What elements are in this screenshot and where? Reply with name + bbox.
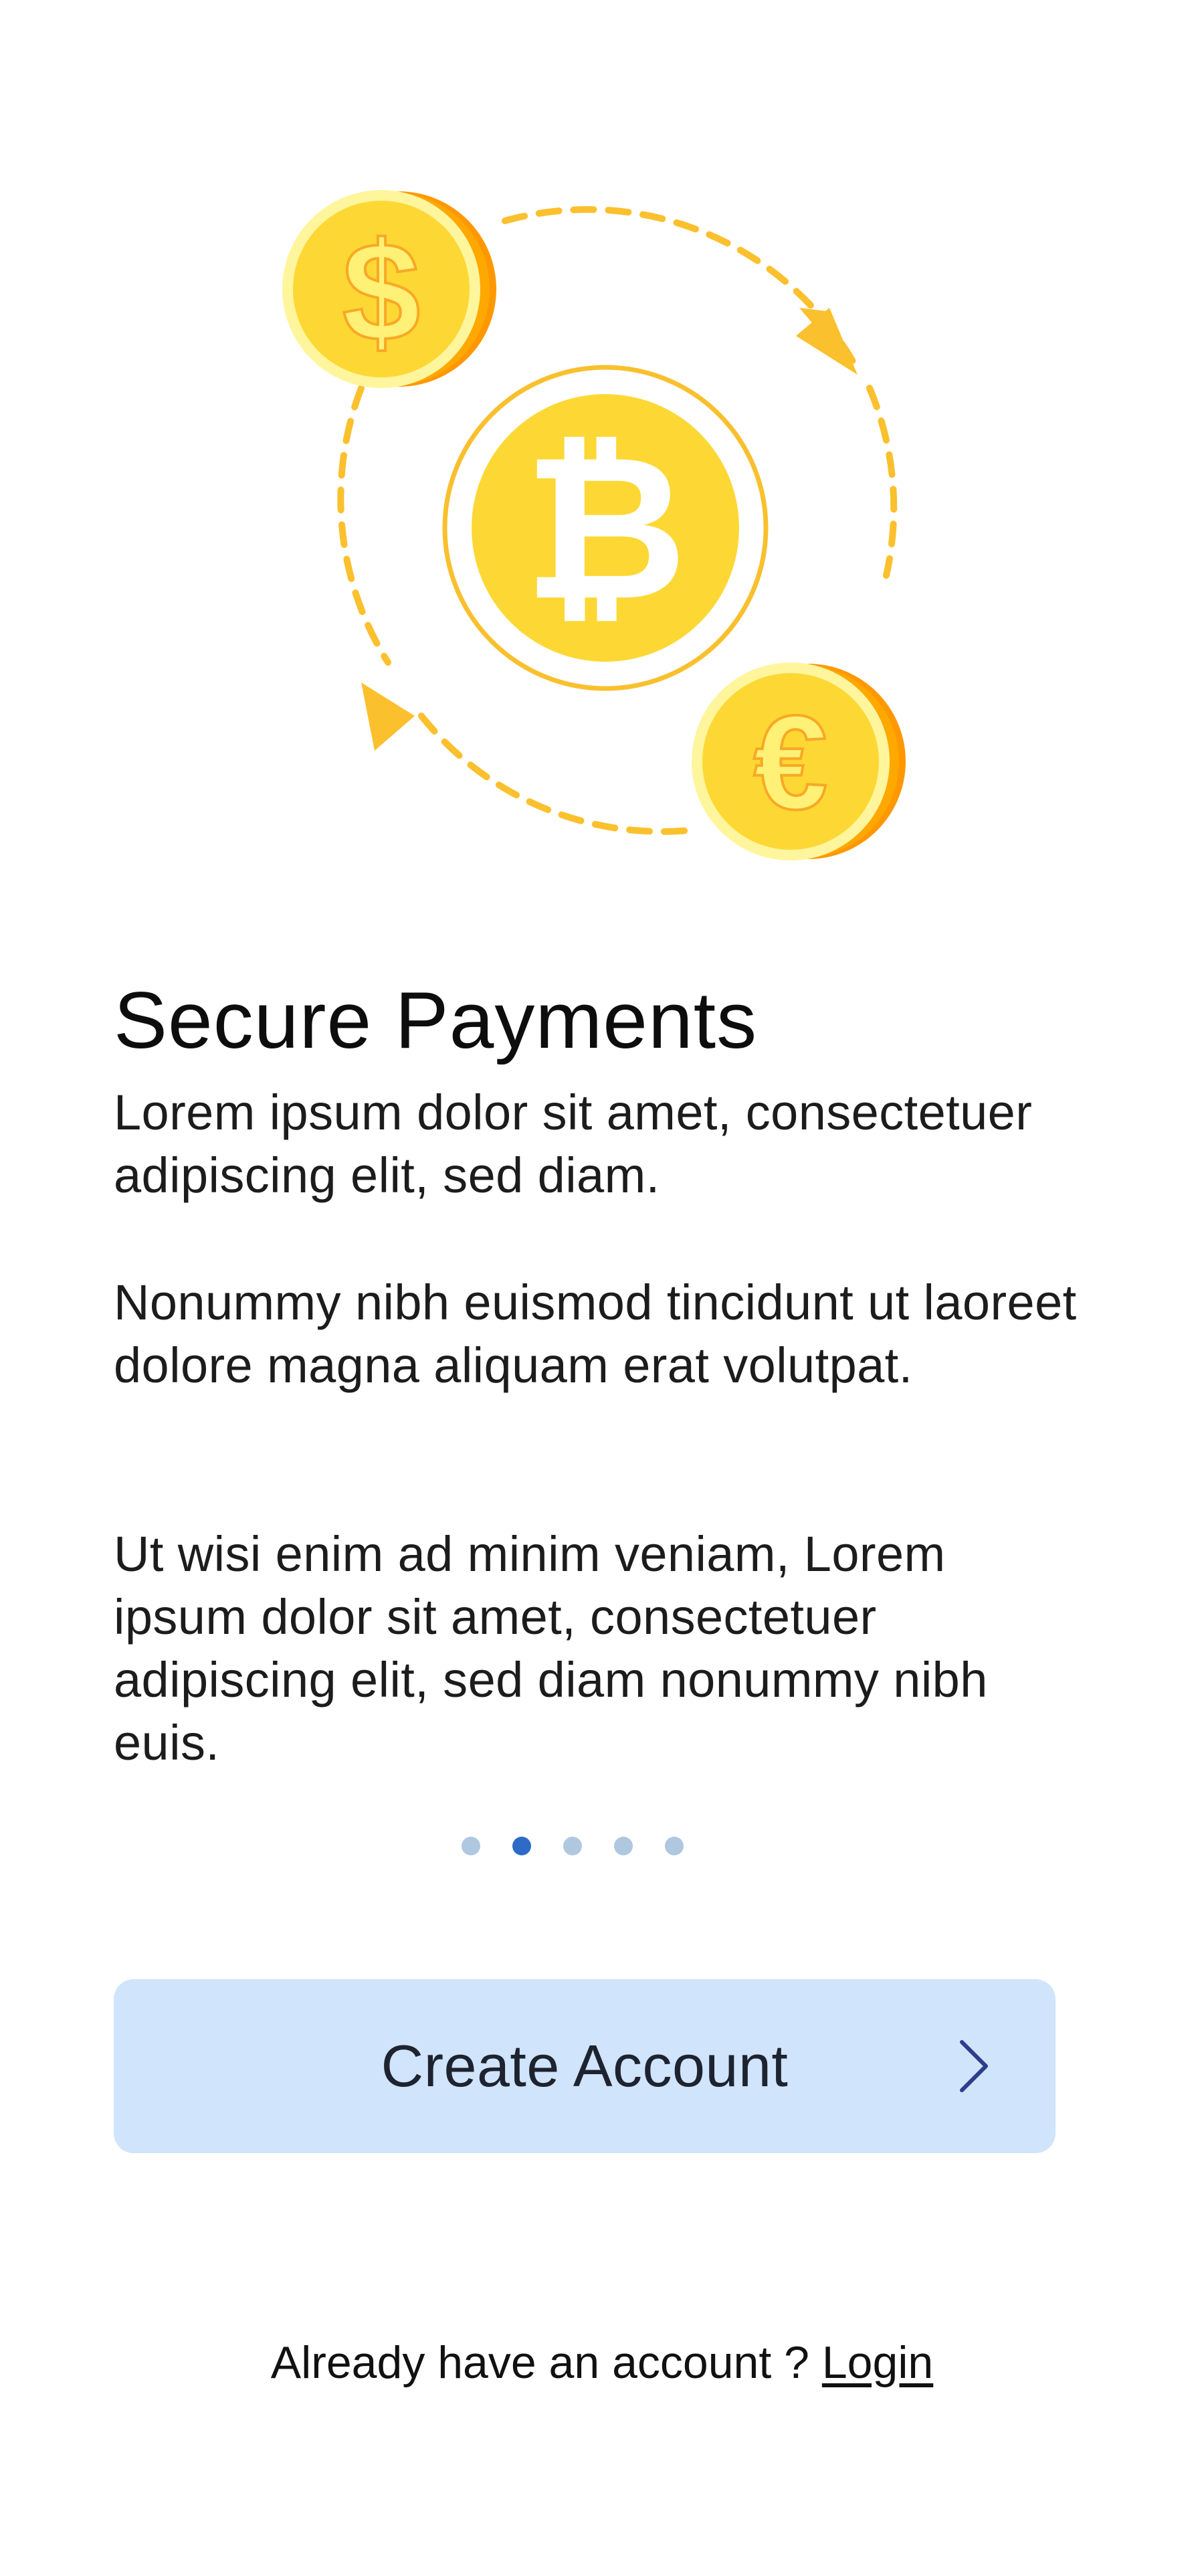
pagination-dot-3[interactable]: [563, 1837, 582, 1855]
dollar-coin-icon: $: [282, 190, 496, 388]
euro-symbol: €: [753, 688, 827, 838]
exchange-illustration: ₿ $ €: [281, 181, 936, 877]
description-paragraph-3: Ut wisi enim ad minim veniam, Lorem ipsu…: [114, 1526, 988, 1770]
pagination-dot-2-active[interactable]: [512, 1837, 531, 1855]
chevron-right-icon: [960, 2040, 988, 2092]
description-paragraph-1: Lorem ipsum dolor sit amet, consectetuer…: [114, 1085, 1033, 1203]
pagination-dot-1[interactable]: [462, 1837, 480, 1855]
pagination-indicator: [462, 1833, 702, 1857]
login-link[interactable]: Login: [822, 2337, 933, 2388]
bitcoin-symbol: ₿: [524, 416, 687, 640]
pagination-dot-5[interactable]: [665, 1837, 684, 1855]
pagination-dot-4[interactable]: [614, 1837, 633, 1855]
onboarding-screen: ₿ $ € Secure Payments Lorem ipsum dolor …: [0, 0, 1204, 2576]
create-account-label: Create Account: [381, 2033, 789, 2099]
login-prompt-text: Already have an account ?: [270, 2337, 822, 2388]
euro-coin-icon: €: [692, 662, 906, 860]
page-title: Secure Payments: [114, 976, 758, 1065]
description-paragraph-2: Nonummy nibh euismod tincidunt ut laoree…: [114, 1275, 1077, 1393]
dollar-symbol: $: [342, 213, 421, 371]
bitcoin-coin-icon: ₿: [442, 365, 769, 691]
create-account-button[interactable]: Create Account: [114, 1979, 1056, 2153]
exchange-illustration-svg: ₿ $ €: [282, 190, 906, 860]
login-prompt: Already have an account ? Login: [0, 2332, 1204, 2393]
